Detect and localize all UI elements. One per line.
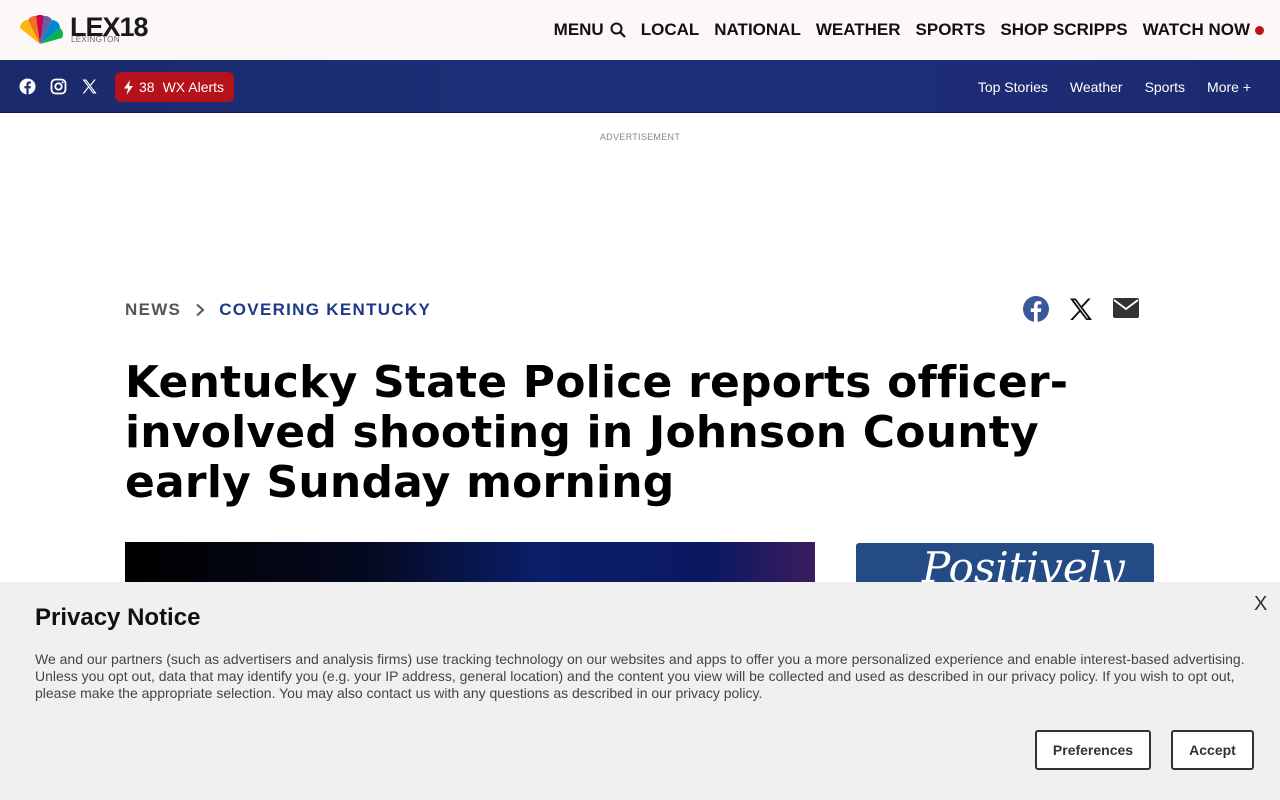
breadcrumb: NEWS COVERING KENTUCKY — [125, 300, 431, 320]
secondary-bar: 38 WX Alerts Top Stories Weather Sports … — [0, 60, 1280, 113]
share-facebook-icon[interactable] — [1022, 295, 1050, 322]
privacy-body: We and our partners (such as advertisers… — [35, 651, 1245, 701]
chevron-right-icon — [196, 303, 205, 317]
lightning-icon — [124, 79, 133, 95]
search-icon — [610, 22, 626, 38]
share-email-icon[interactable] — [1112, 295, 1140, 321]
nav-weather[interactable]: WEATHER — [816, 20, 901, 40]
wx-alerts-button[interactable]: 38 WX Alerts — [115, 72, 234, 102]
breadcrumb-news[interactable]: NEWS — [125, 300, 181, 320]
top-header: LEX18 LEXINGTON MENU LOCAL NATIONAL WEAT… — [0, 0, 1280, 60]
sub-nav-sports[interactable]: Sports — [1145, 79, 1185, 95]
menu-label: MENU — [553, 20, 604, 39]
article-headline: Kentucky State Police reports officer-in… — [125, 357, 1069, 508]
sub-nav-top-stories[interactable]: Top Stories — [978, 79, 1048, 95]
instagram-icon[interactable] — [50, 78, 67, 95]
peacock-logo-icon — [20, 14, 63, 44]
share-bar — [1022, 295, 1140, 322]
article-video[interactable] — [125, 542, 815, 582]
privacy-notice: Privacy Notice X We and our partners (su… — [0, 582, 1280, 800]
facebook-icon[interactable] — [19, 78, 36, 95]
preferences-button[interactable]: Preferences — [1035, 730, 1151, 770]
sub-nav-weather[interactable]: Weather — [1070, 79, 1123, 95]
sub-nav: Top Stories Weather Sports More + — [978, 60, 1251, 113]
sidebar-ad[interactable]: Positively — [856, 543, 1154, 583]
nav-local[interactable]: LOCAL — [641, 20, 700, 40]
breadcrumb-covering-kentucky[interactable]: COVERING KENTUCKY — [219, 300, 431, 320]
site-logo[interactable]: LEX18 LEXINGTON — [16, 12, 166, 46]
sub-nav-more[interactable]: More + — [1207, 79, 1251, 95]
nav-national[interactable]: NATIONAL — [714, 20, 801, 40]
x-icon[interactable] — [81, 78, 98, 95]
sidebar-ad-text: Positively — [922, 543, 1125, 583]
menu-button[interactable]: MENU — [554, 20, 626, 40]
privacy-close-button[interactable]: X — [1254, 593, 1267, 616]
accept-button[interactable]: Accept — [1171, 730, 1254, 770]
wx-alert-label: WX Alerts — [162, 79, 225, 95]
top-nav: MENU LOCAL NATIONAL WEATHER SPORTS SHOP … — [554, 0, 1264, 60]
watch-now-label: WATCH NOW — [1142, 20, 1250, 39]
nav-shop-scripps[interactable]: SHOP SCRIPPS — [1000, 20, 1127, 40]
logo-subtitle: LEXINGTON — [71, 35, 120, 44]
advertisement-label: ADVERTISEMENT — [599, 132, 681, 142]
nav-sports[interactable]: SPORTS — [916, 20, 986, 40]
privacy-title: Privacy Notice — [35, 604, 201, 631]
live-indicator-icon — [1255, 25, 1264, 35]
share-x-icon[interactable] — [1067, 295, 1095, 321]
watch-now-button[interactable]: WATCH NOW — [1143, 20, 1264, 40]
wx-alert-count: 38 — [139, 79, 155, 95]
social-links — [19, 78, 98, 95]
